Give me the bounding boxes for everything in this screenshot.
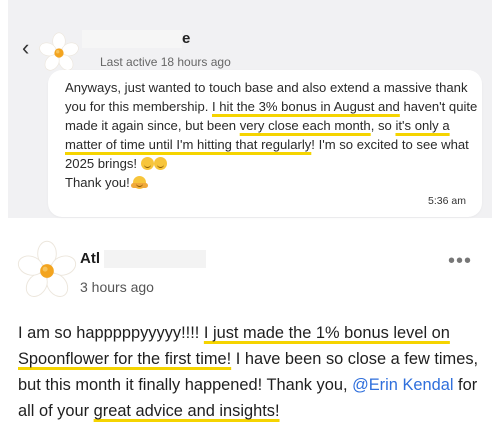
redacted-name-block [82,30,182,49]
post-body-text: I am so happpppyyyyy!!!! I just made the… [18,324,479,420]
highlight-1: I hit the 3% bonus in August and [212,99,400,114]
chat-panel: ‹ e Last active 18 hours ago Anyways, ju… [8,0,492,218]
grin-emoji-icon [153,157,167,170]
post-panel: Atl 3 hours ago ••• I am so happpppyyyyy… [0,228,500,444]
daisy-flower-icon[interactable] [16,240,78,302]
highlight-2: great advice and insights! [93,402,280,420]
message-text: Anyways, just wanted to touch base and a… [65,80,478,190]
post-timestamp: 3 hours ago [80,279,154,295]
message-timestamp: 5:36 am [428,195,466,207]
redacted-name-block [104,250,206,269]
last-active-status: Last active 18 hours ago [100,55,231,69]
message-bubble: Anyways, just wanted to touch base and a… [48,70,482,217]
highlight-2: very close each month [239,118,371,133]
back-button[interactable]: ‹ [22,35,36,60]
more-options-button[interactable]: ••• [448,250,472,273]
chevron-left-icon: ‹ [22,35,30,60]
user-mention-link[interactable]: @Erin Kendal [352,376,453,394]
grin-emoji-icon [140,157,154,170]
daisy-flower-icon[interactable] [38,32,80,74]
contact-name[interactable]: e [82,30,190,49]
post-author[interactable]: Atl [80,250,206,269]
hugging-emoji-icon [131,176,149,189]
